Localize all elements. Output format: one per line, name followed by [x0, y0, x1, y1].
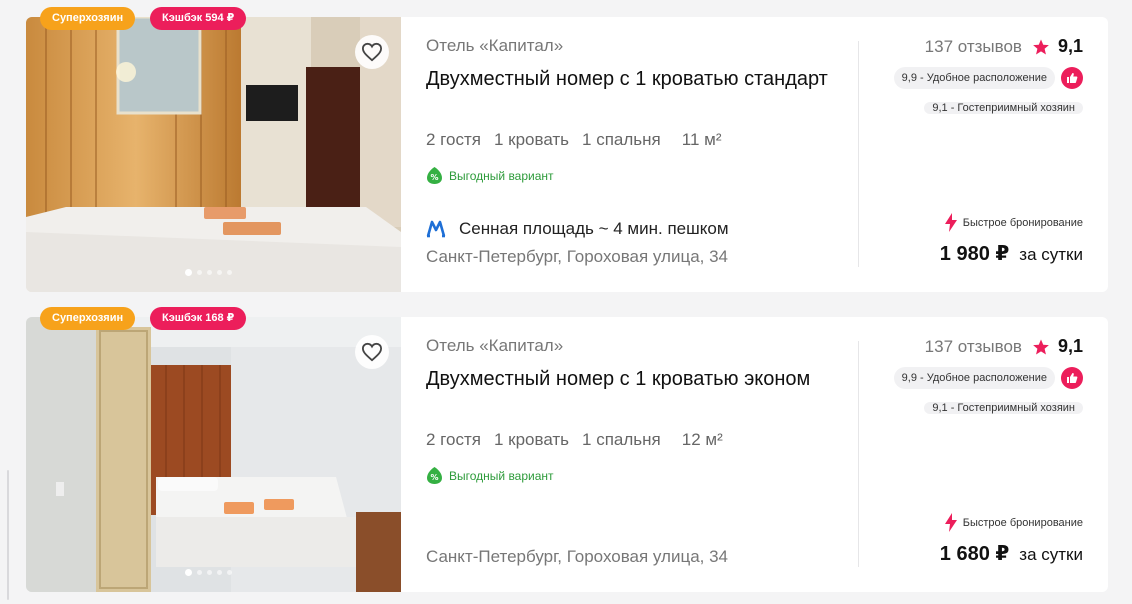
room-info: Отель «Капитал» Двухместный номер с 1 кр…	[426, 317, 856, 592]
pagination-dot[interactable]	[227, 270, 232, 275]
reviews-count[interactable]: 137 отзывов	[925, 337, 1022, 357]
pagination-dot[interactable]	[197, 270, 202, 275]
fast-booking: Быстрое бронирование	[944, 213, 1083, 232]
room-area: 11 м²	[681, 130, 722, 149]
thumbs-up-icon	[1061, 367, 1083, 389]
metro-text: Сенная площадь ~ 4 мин. пешком	[459, 219, 729, 238]
room-card[interactable]: Суперхозяин Кэшбэк 168 ₽ Отель «Капитал»…	[26, 307, 1108, 592]
rating-tag-host: 9,1 - Гостеприимный хозяин	[924, 397, 1083, 419]
listing-page: Суперхозяин Кэшбэк 594 ₽ Отель «Капитал»…	[0, 0, 1132, 604]
heart-outline-icon	[361, 342, 383, 362]
fast-booking: Быстрое бронирование	[944, 513, 1083, 532]
rating-tag-location: 9,9 - Удобное расположение	[893, 367, 1083, 389]
svg-text:%: %	[430, 473, 438, 482]
star-icon	[1033, 39, 1049, 54]
price-period: за сутки	[1019, 245, 1083, 264]
guests-count: 2 гостя	[426, 130, 481, 149]
pagination-dot[interactable]	[217, 570, 222, 575]
fast-booking-text: Быстрое бронирование	[962, 216, 1083, 229]
room-title[interactable]: Двухместный номер с 1 кроватью эконом	[426, 366, 846, 392]
cashback-badge: Кэшбэк 168 ₽	[150, 307, 247, 330]
beds-count: 1 кровать	[493, 130, 570, 149]
good-deal-label: % Выгодный вариант	[426, 166, 554, 185]
scrollbar[interactable]	[7, 470, 9, 600]
metro-info: Сенная площадь ~ 4 мин. пешком	[426, 219, 729, 239]
pagination-dot[interactable]	[197, 570, 202, 575]
superhost-badge: Суперхозяин	[40, 7, 136, 30]
pagination-dot[interactable]	[217, 270, 222, 275]
beds-count: 1 кровать	[493, 430, 570, 449]
rating-price-column: 137 отзывов 9,1 9,9 - Удобное расположен…	[853, 317, 1083, 592]
leaf-percent-icon: %	[427, 167, 442, 184]
pagination-dot[interactable]	[207, 570, 212, 575]
pagination-dot[interactable]	[185, 569, 192, 576]
price: 1 680 ₽ за сутки	[940, 541, 1083, 566]
favorite-button[interactable]	[355, 335, 389, 369]
star-icon	[1033, 339, 1049, 354]
pagination-dot[interactable]	[227, 570, 232, 575]
room-specs: 2 гостя 1 кровать 1 спальня 11 м²	[426, 130, 735, 150]
heart-outline-icon	[361, 42, 383, 62]
pagination-dot[interactable]	[185, 269, 192, 276]
price-period: за сутки	[1019, 545, 1083, 564]
thumbs-up-icon	[1061, 67, 1083, 89]
hotel-name[interactable]: Отель «Капитал»	[426, 336, 563, 356]
hotel-name[interactable]: Отель «Капитал»	[426, 36, 563, 56]
superhost-badge: Суперхозяин	[40, 307, 136, 330]
pagination-dot[interactable]	[207, 270, 212, 275]
lightning-icon	[944, 213, 957, 232]
host-chip: 9,1 - Гостеприимный хозяин	[924, 402, 1083, 414]
reviews-count[interactable]: 137 отзывов	[925, 37, 1022, 57]
rating-score: 9,1	[1057, 36, 1083, 56]
bedrooms-count: 1 спальня	[582, 130, 661, 149]
room-area: 12 м²	[681, 430, 723, 449]
good-deal-text: Выгодный вариант	[449, 168, 554, 183]
price-value: 1 980 ₽	[939, 243, 1010, 265]
location-chip: 9,9 - Удобное расположение	[893, 367, 1055, 389]
photo-pagination[interactable]	[185, 269, 232, 276]
rating-tag-host: 9,1 - Гостеприимный хозяин	[924, 97, 1083, 119]
svg-text:%: %	[430, 173, 438, 182]
rating-summary[interactable]: 137 отзывов 9,1	[925, 36, 1083, 57]
rating-score: 9,1	[1057, 336, 1083, 356]
price-value: 1 680 ₽	[939, 543, 1010, 565]
guests-count: 2 гостя	[426, 430, 481, 449]
room-info: Отель «Капитал» Двухместный номер с 1 кр…	[426, 17, 856, 292]
bedrooms-count: 1 спальня	[582, 430, 661, 449]
photo-pagination[interactable]	[185, 569, 232, 576]
fast-booking-text: Быстрое бронирование	[962, 516, 1083, 529]
room-photo-gallery[interactable]: Суперхозяин Кэшбэк 168 ₽	[26, 307, 401, 592]
good-deal-text: Выгодный вариант	[449, 468, 554, 483]
room-specs: 2 гостя 1 кровать 1 спальня 12 м²	[426, 430, 736, 450]
rating-tag-location: 9,9 - Удобное расположение	[893, 67, 1083, 89]
location-chip: 9,9 - Удобное расположение	[893, 67, 1055, 89]
lightning-icon	[944, 513, 957, 532]
rating-price-column: 137 отзывов 9,1 9,9 - Удобное расположен…	[853, 17, 1083, 292]
room-photo-gallery[interactable]: Суперхозяин Кэшбэк 594 ₽	[26, 7, 401, 292]
good-deal-label: % Выгодный вариант	[426, 466, 554, 485]
address: Санкт-Петербург, Гороховая улица, 34	[426, 547, 729, 566]
address: Санкт-Петербург, Гороховая улица, 34	[426, 247, 729, 266]
room-card[interactable]: Суперхозяин Кэшбэк 594 ₽ Отель «Капитал»…	[26, 7, 1108, 292]
favorite-button[interactable]	[355, 35, 389, 69]
rating-summary[interactable]: 137 отзывов 9,1	[925, 336, 1083, 357]
cashback-badge: Кэшбэк 594 ₽	[150, 7, 247, 30]
metro-m-icon	[426, 220, 446, 238]
host-chip: 9,1 - Гостеприимный хозяин	[924, 102, 1083, 114]
room-title[interactable]: Двухместный номер с 1 кроватью стандарт	[426, 66, 846, 92]
room-photo	[26, 317, 401, 592]
room-photo	[26, 17, 401, 292]
price: 1 980 ₽ за сутки	[940, 241, 1083, 266]
leaf-percent-icon: %	[427, 467, 442, 484]
